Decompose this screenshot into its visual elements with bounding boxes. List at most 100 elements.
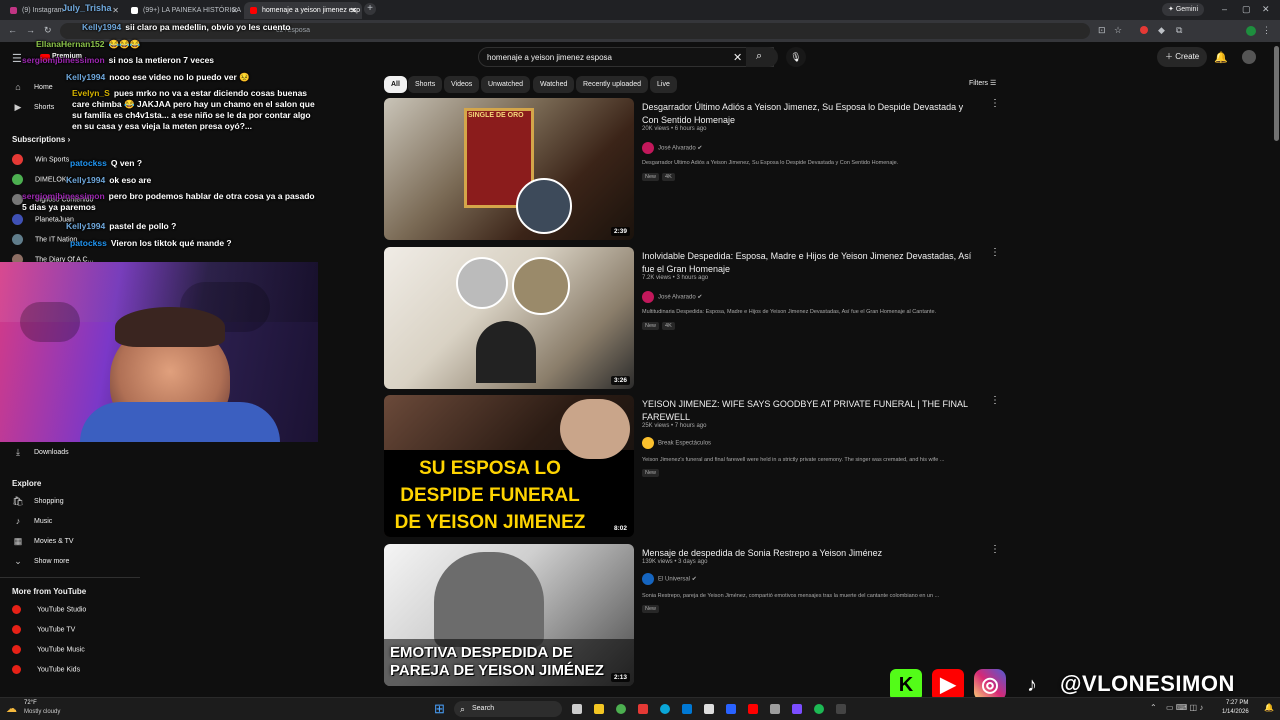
- task-view-icon[interactable]: [572, 704, 582, 714]
- maximize-icon[interactable]: ▢: [1242, 4, 1251, 15]
- close-window-icon[interactable]: ✕: [1262, 4, 1270, 15]
- duration-badge: 3:26: [610, 376, 630, 385]
- spotify-icon[interactable]: [814, 704, 824, 714]
- video-result[interactable]: SINGLE DE ORO 2:39 Desgarrador Último Ad…: [384, 98, 1004, 240]
- video-title[interactable]: YEISON JIMENEZ: WIFE SAYS GOODBYE AT PRI…: [642, 398, 982, 424]
- gemini-button[interactable]: ✦ Gemini: [1162, 3, 1205, 16]
- chat-message: patockss Vieron los tiktok qué mande ?: [70, 238, 232, 248]
- notifications-bell-icon[interactable]: 🔔: [1214, 51, 1228, 64]
- filters-button[interactable]: Filters ☰: [969, 79, 996, 87]
- video-thumbnail[interactable]: 3:26: [384, 247, 634, 389]
- sidebar-item-movies[interactable]: ▦ Movies & TV: [12, 536, 74, 546]
- video-description: Multitudinaria Despedida: Esposa, Madre …: [642, 309, 937, 315]
- store-icon[interactable]: [682, 704, 692, 714]
- app-icon[interactable]: [792, 704, 802, 714]
- film-icon: ▦: [13, 536, 23, 546]
- tray-chevron-icon[interactable]: ⌃: [1150, 703, 1157, 712]
- minimize-icon[interactable]: –: [1222, 4, 1227, 14]
- close-icon[interactable]: ✕: [231, 2, 238, 19]
- sidebar-item-youtube-kids[interactable]: YouTube Kids: [12, 665, 80, 674]
- more-actions-icon[interactable]: ⋮: [990, 98, 1000, 109]
- youtube-studio-icon: [12, 605, 21, 614]
- sidebar-item-downloads[interactable]: ⤓ Downloads: [12, 447, 69, 457]
- video-title[interactable]: Desgarrador Último Adiós a Yeison Jimene…: [642, 101, 982, 127]
- profile-avatar[interactable]: [1246, 26, 1256, 36]
- microphone-icon[interactable]: 🎙: [786, 47, 806, 67]
- youtube-icon[interactable]: [748, 704, 758, 714]
- menu-dots-icon[interactable]: ⋮: [1262, 25, 1271, 36]
- video-thumbnail[interactable]: SINGLE DE ORO 2:39: [384, 98, 634, 240]
- new-tab-button[interactable]: +: [364, 3, 376, 15]
- chat-message: Kelly1994 nooo ese video no lo puedo ver …: [66, 72, 250, 82]
- sidebar-item-youtube-studio[interactable]: YouTube Studio: [12, 605, 86, 614]
- clock-time[interactable]: 7:27 PM: [1226, 700, 1248, 706]
- youtube-icon: [250, 7, 257, 14]
- chip-unwatched[interactable]: Unwatched: [481, 76, 531, 93]
- chat-message: Kelly1994 pastel de pollo ?: [66, 221, 177, 231]
- more-actions-icon[interactable]: ⋮: [990, 544, 1000, 555]
- video-thumbnail[interactable]: SU ESPOSA LO DESPIDE FUNERAL DE YEISON J…: [384, 395, 634, 537]
- taskbar-search[interactable]: ⌕ Search: [454, 701, 562, 717]
- extension-icon[interactable]: [1140, 26, 1148, 34]
- video-result[interactable]: SU ESPOSA LO DESPIDE FUNERAL DE YEISON J…: [384, 395, 1004, 537]
- notepad-icon[interactable]: [704, 704, 714, 714]
- app-icon[interactable]: [836, 704, 846, 714]
- channel-link[interactable]: El Universal ✔: [642, 573, 697, 585]
- extension-icon[interactable]: ◆: [1158, 25, 1165, 36]
- chip-all[interactable]: All: [384, 76, 407, 93]
- scrollbar-thumb[interactable]: [1274, 46, 1279, 141]
- social-handle: @VLONESIMON: [1060, 671, 1235, 696]
- channel-link[interactable]: Break Espectáculos: [642, 437, 711, 449]
- file-explorer-icon[interactable]: [594, 704, 604, 714]
- puzzle-icon[interactable]: ⧉: [1176, 25, 1182, 36]
- more-actions-icon[interactable]: ⋮: [990, 247, 1000, 258]
- chip-shorts[interactable]: Shorts: [408, 76, 443, 93]
- more-actions-icon[interactable]: ⋮: [990, 395, 1000, 406]
- sidebar-item-youtube-tv[interactable]: YouTube TV: [12, 625, 75, 634]
- notification-bell-icon[interactable]: 🔔: [1264, 703, 1274, 712]
- sidebar-item-music[interactable]: ♪ Music: [12, 516, 53, 526]
- page-scrollbar[interactable]: [1273, 42, 1280, 697]
- video-meta: 139K views • 3 days ago: [642, 559, 708, 565]
- sidebar-item-show-more[interactable]: ⌄ Show more: [12, 556, 69, 566]
- sidebar-item-youtube-music[interactable]: YouTube Music: [12, 645, 85, 654]
- video-result[interactable]: EMOTIVA DESPEDIDA DE PAREJA DE YEISON JI…: [384, 544, 1004, 686]
- chip-videos[interactable]: Videos: [444, 76, 480, 93]
- verified-check-icon: ✔: [697, 294, 703, 301]
- create-button[interactable]: ＋ Create: [1157, 47, 1208, 67]
- chat-message: Evelyn_S pues mrko no va a estar diciendo…: [72, 88, 315, 131]
- chrome-icon[interactable]: [616, 704, 626, 714]
- chip-watched[interactable]: Watched: [533, 76, 575, 93]
- video-title[interactable]: Inolvidable Despedida: Esposa, Madre e H…: [642, 250, 982, 276]
- chip-recently-uploaded[interactable]: Recently uploaded: [576, 76, 648, 93]
- bookmark-star-icon[interactable]: ☆: [1114, 25, 1122, 36]
- close-icon[interactable]: ✕: [112, 2, 119, 19]
- windows-start-icon[interactable]: ⊞: [434, 701, 445, 717]
- chat-message: Kelly1994 sii claro pa medellin, obvio yo…: [82, 22, 291, 32]
- video-result[interactable]: 3:26 Inolvidable Despedida: Esposa, Madr…: [384, 247, 1004, 389]
- app-icon[interactable]: [770, 704, 780, 714]
- app-icon[interactable]: [726, 704, 736, 714]
- video-thumbnail[interactable]: EMOTIVA DESPEDIDA DE PAREJA DE YEISON JI…: [384, 544, 634, 686]
- install-icon[interactable]: ⊡: [1098, 25, 1106, 36]
- weather-temp[interactable]: 72°F: [24, 700, 37, 706]
- close-icon[interactable]: ✕: [350, 2, 357, 19]
- chip-live[interactable]: Live: [650, 76, 677, 93]
- channel-avatar: [642, 291, 654, 303]
- search-input[interactable]: homenaje a yeison jimenez esposa ✕: [478, 47, 774, 67]
- edge-icon[interactable]: [660, 704, 670, 714]
- youtube-music-icon: [12, 645, 21, 654]
- clock-date: 1/14/2026: [1222, 709, 1249, 715]
- explore-heading: Explore: [12, 479, 42, 488]
- clear-search-icon[interactable]: ✕: [733, 51, 742, 64]
- channel-link[interactable]: José Alvarado ✔: [642, 142, 702, 154]
- tab-paineka[interactable]: (99+) LA PAINEKA HISTÓRICA ✕: [125, 2, 243, 19]
- tray-icons[interactable]: ▭ ⌨ ◫ ♪: [1166, 703, 1203, 712]
- sparkle-icon: ✦: [1168, 6, 1174, 13]
- app-icon[interactable]: [638, 704, 648, 714]
- tab-youtube-search[interactable]: homenaje a yeison jimenez esp ✕: [244, 2, 362, 19]
- sidebar-item-shopping[interactable]: 🛍 Shopping: [12, 496, 63, 506]
- account-avatar[interactable]: [1242, 50, 1256, 64]
- search-button[interactable]: ⌕: [746, 47, 778, 67]
- channel-link[interactable]: José Alvarado ✔: [642, 291, 702, 303]
